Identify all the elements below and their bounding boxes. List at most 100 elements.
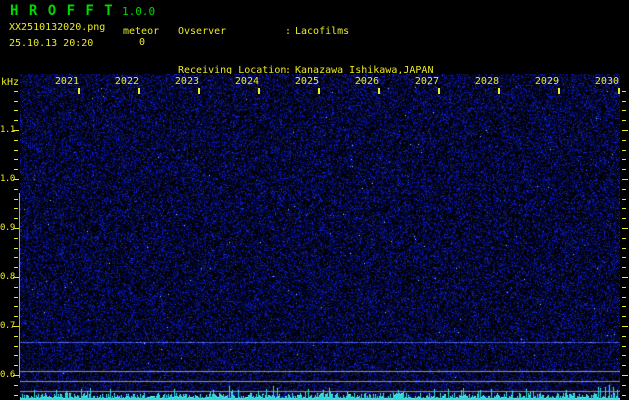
- freq-major-tick: [13, 228, 19, 229]
- time-tick: [558, 88, 560, 94]
- freq-minor-tick: [14, 110, 18, 111]
- freq-minor-tick: [14, 101, 18, 102]
- freq-minor-tick-right: [622, 159, 626, 160]
- freq-minor-tick: [14, 140, 18, 141]
- time-axis-label: 2028: [474, 76, 499, 87]
- count-band-marker-line: [19, 193, 20, 378]
- freq-minor-tick: [14, 248, 18, 249]
- info-row-observer: Ovserver : Lacofilms: [178, 26, 433, 41]
- freq-axis-label: 1.1: [0, 125, 15, 135]
- freq-minor-tick: [14, 159, 18, 160]
- spectrogram-canvas: [20, 74, 620, 400]
- hrofft-screen: H R O F F T 1.0.0 XX2510132020.png meteo…: [0, 0, 629, 400]
- freq-minor-tick: [14, 150, 18, 151]
- freq-minor-tick-right: [622, 316, 626, 317]
- freq-minor-tick-right: [622, 257, 626, 258]
- time-axis-label: 2027: [414, 76, 439, 87]
- freq-minor-tick: [14, 385, 18, 386]
- freq-minor-tick-right: [622, 218, 626, 219]
- freq-major-tick-right: [622, 228, 628, 229]
- freq-axis-label: 0.8: [0, 272, 15, 282]
- time-axis-label: 2026: [354, 76, 379, 87]
- time-axis-label: 2021: [54, 76, 79, 87]
- freq-minor-tick-right: [622, 120, 626, 121]
- freq-minor-tick-right: [622, 355, 626, 356]
- freq-major-tick: [13, 179, 19, 180]
- time-axis-label: 2029: [534, 76, 559, 87]
- freq-minor-tick: [14, 120, 18, 121]
- freq-major-tick-right: [622, 375, 628, 376]
- freq-major-tick: [13, 130, 19, 131]
- freq-axis-unit-label: kHz: [0, 77, 19, 88]
- freq-minor-tick: [14, 91, 18, 92]
- freq-minor-tick-right: [622, 248, 626, 249]
- freq-minor-tick: [14, 208, 18, 209]
- time-tick: [78, 88, 80, 94]
- freq-major-tick: [13, 277, 19, 278]
- app-version: 1.0.0: [122, 5, 156, 18]
- time-tick: [378, 88, 380, 94]
- freq-minor-tick: [14, 199, 18, 200]
- freq-minor-tick: [14, 346, 18, 347]
- time-tick: [438, 88, 440, 94]
- time-tick: [198, 88, 200, 94]
- freq-minor-tick: [14, 257, 18, 258]
- freq-minor-tick-right: [622, 101, 626, 102]
- freq-minor-tick: [14, 306, 18, 307]
- app-title: H R O F F T: [10, 3, 114, 19]
- time-tick: [498, 88, 500, 94]
- freq-minor-tick: [14, 336, 18, 337]
- freq-major-tick-right: [622, 130, 628, 131]
- time-tick: [258, 88, 260, 94]
- freq-axis-label: 0.7: [0, 321, 15, 331]
- freq-minor-tick: [14, 365, 18, 366]
- freq-minor-tick-right: [622, 150, 626, 151]
- time-tick: [138, 88, 140, 94]
- freq-minor-tick-right: [622, 287, 626, 288]
- time-axis-label: 2025: [294, 76, 319, 87]
- meteor-counter-value: 0: [138, 37, 146, 48]
- freq-major-tick-right: [622, 326, 628, 327]
- info-label: Ovserver: [178, 26, 227, 37]
- freq-minor-tick: [14, 355, 18, 356]
- freq-minor-tick-right: [622, 365, 626, 366]
- freq-major-tick-right: [622, 277, 628, 278]
- freq-major-tick: [13, 326, 19, 327]
- freq-minor-tick: [14, 316, 18, 317]
- freq-minor-tick: [14, 287, 18, 288]
- freq-axis-label: 0.6: [0, 370, 15, 380]
- freq-minor-tick-right: [622, 91, 626, 92]
- freq-minor-tick-right: [622, 267, 626, 268]
- freq-minor-tick-right: [622, 189, 626, 190]
- freq-minor-tick: [14, 238, 18, 239]
- freq-minor-tick-right: [622, 208, 626, 209]
- info-colon: :: [285, 26, 292, 37]
- time-axis-label: 2022: [114, 76, 139, 87]
- freq-minor-tick-right: [622, 385, 626, 386]
- freq-minor-tick-right: [622, 238, 626, 239]
- freq-minor-tick-right: [622, 169, 626, 170]
- freq-axis-label: 0.9: [0, 223, 15, 233]
- freq-minor-tick: [14, 189, 18, 190]
- freq-minor-tick: [14, 297, 18, 298]
- freq-minor-tick-right: [622, 346, 626, 347]
- time-axis-label: 2030: [594, 76, 619, 87]
- freq-minor-tick-right: [622, 110, 626, 111]
- freq-minor-tick-right: [622, 199, 626, 200]
- time-axis-label: 2024: [234, 76, 259, 87]
- freq-minor-tick-right: [622, 336, 626, 337]
- freq-minor-tick: [14, 395, 18, 396]
- freq-major-tick-right: [622, 179, 628, 180]
- freq-minor-tick-right: [622, 297, 626, 298]
- freq-minor-tick: [14, 267, 18, 268]
- time-axis-label: 2023: [174, 76, 199, 87]
- observation-datetime: 25.10.13 20:20: [9, 38, 94, 49]
- freq-minor-tick: [14, 169, 18, 170]
- info-value: Lacofilms: [295, 26, 350, 37]
- time-tick: [618, 88, 620, 94]
- output-filename: XX2510132020.png: [9, 22, 106, 33]
- freq-axis-label: 1.0: [0, 174, 15, 184]
- freq-minor-tick-right: [622, 395, 626, 396]
- freq-minor-tick-right: [622, 140, 626, 141]
- time-tick: [318, 88, 320, 94]
